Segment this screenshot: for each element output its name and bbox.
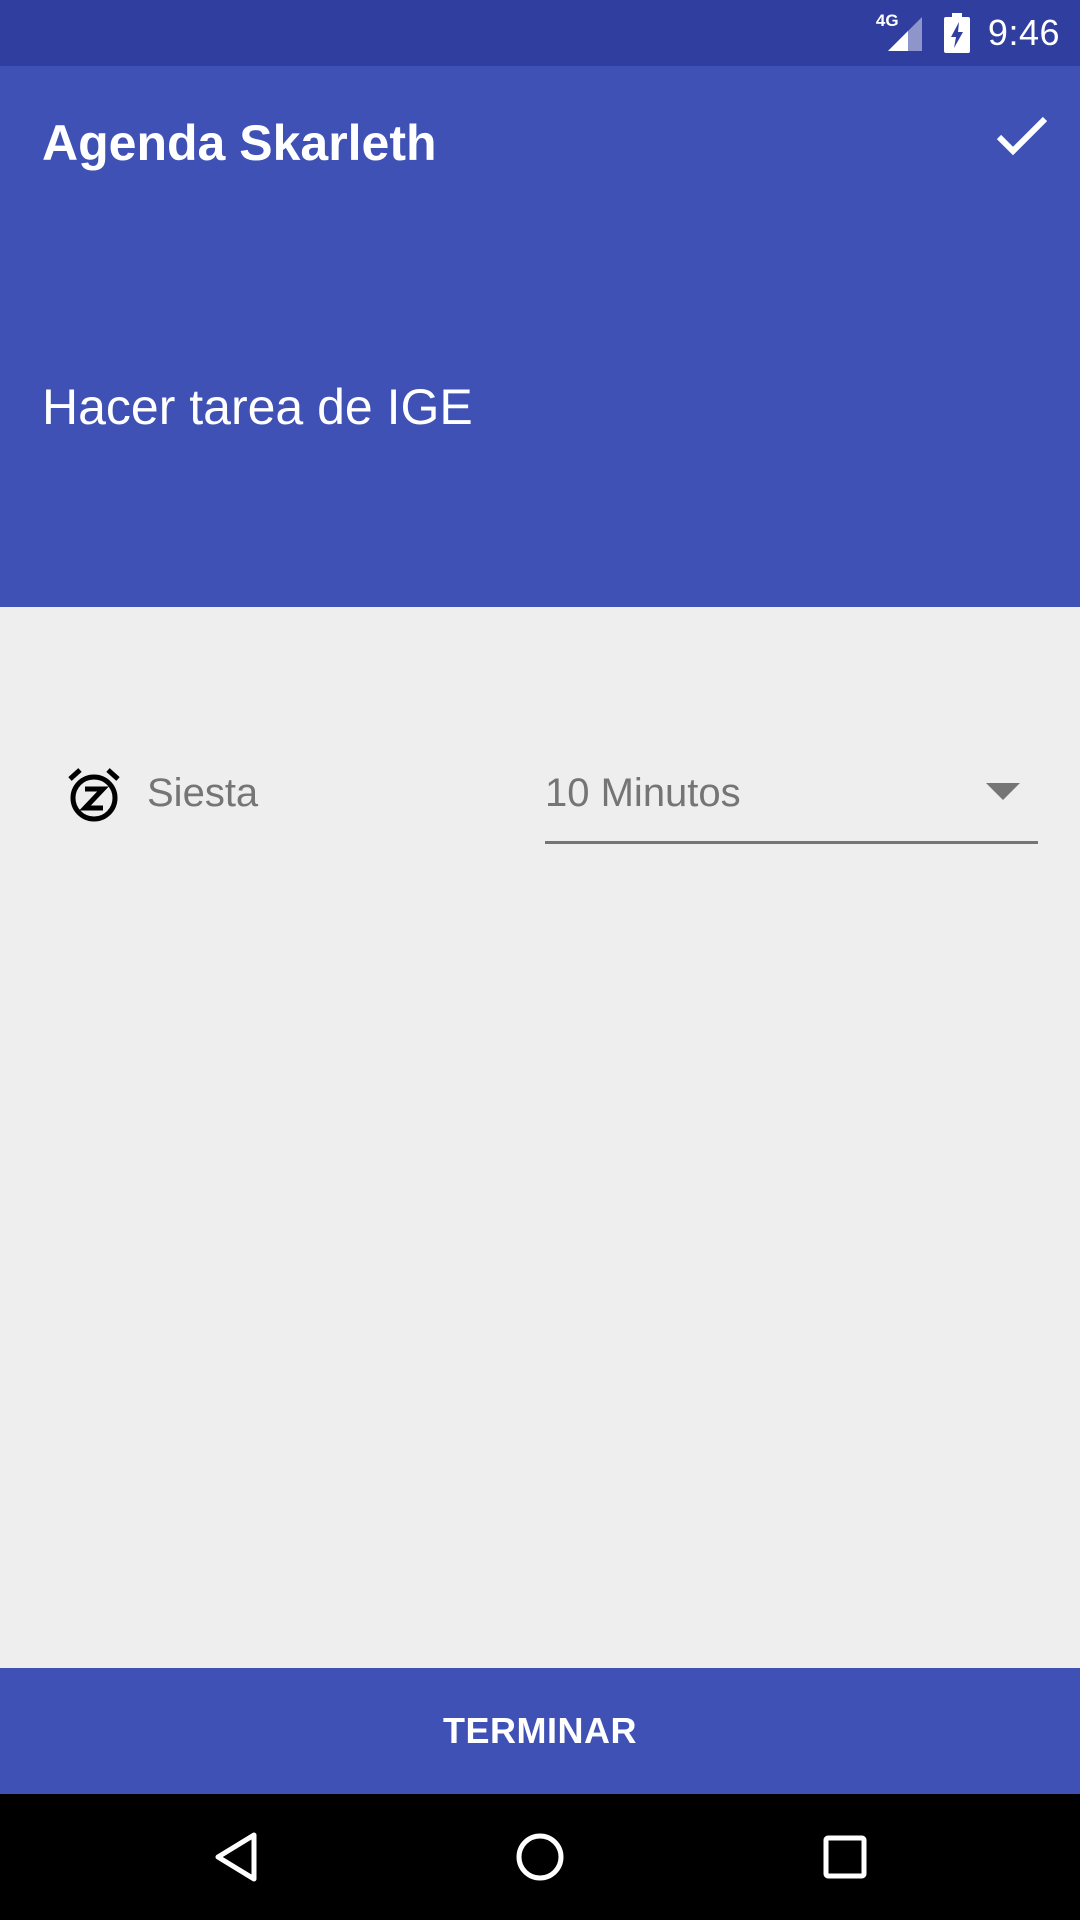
check-icon — [996, 116, 1048, 156]
back-icon — [215, 1832, 257, 1882]
back-button[interactable] — [206, 1827, 266, 1887]
recents-button[interactable] — [815, 1827, 875, 1887]
snooze-icon — [68, 768, 120, 822]
network-type-label: 4G — [875, 11, 899, 30]
status-time: 9:46 — [987, 12, 1060, 53]
snooze-duration-dropdown[interactable]: 10 Minutos — [545, 747, 1038, 844]
task-title: Hacer tarea de IGE — [42, 379, 473, 435]
content-area: Siesta 10 Minutos — [0, 607, 1080, 1668]
home-icon — [516, 1833, 564, 1881]
app-header: Agenda Skarleth Hacer tarea de IGE — [0, 66, 1080, 607]
save-button[interactable] — [986, 106, 1058, 166]
dropdown-arrow-icon — [986, 783, 1020, 800]
navigation-bar — [0, 1794, 1080, 1920]
app-title: Agenda Skarleth — [42, 115, 437, 171]
status-bar: 4G 9:46 — [0, 0, 1080, 66]
app-screen: 4G 9:46 Agenda Skarleth Hacer tarea de I… — [0, 0, 1080, 1920]
snooze-label: Siesta — [147, 771, 259, 815]
signal-icon: 4G — [875, 11, 926, 53]
finish-button[interactable]: TERMINAR — [0, 1668, 1080, 1794]
snooze-duration-value: 10 Minutos — [545, 771, 741, 815]
battery-charging-icon — [943, 13, 970, 53]
recents-icon — [823, 1835, 867, 1879]
snooze-row: Siesta 10 Minutos — [0, 737, 1080, 844]
home-button[interactable] — [510, 1827, 570, 1887]
status-icons: 4G 9:46 — [876, 0, 1060, 66]
